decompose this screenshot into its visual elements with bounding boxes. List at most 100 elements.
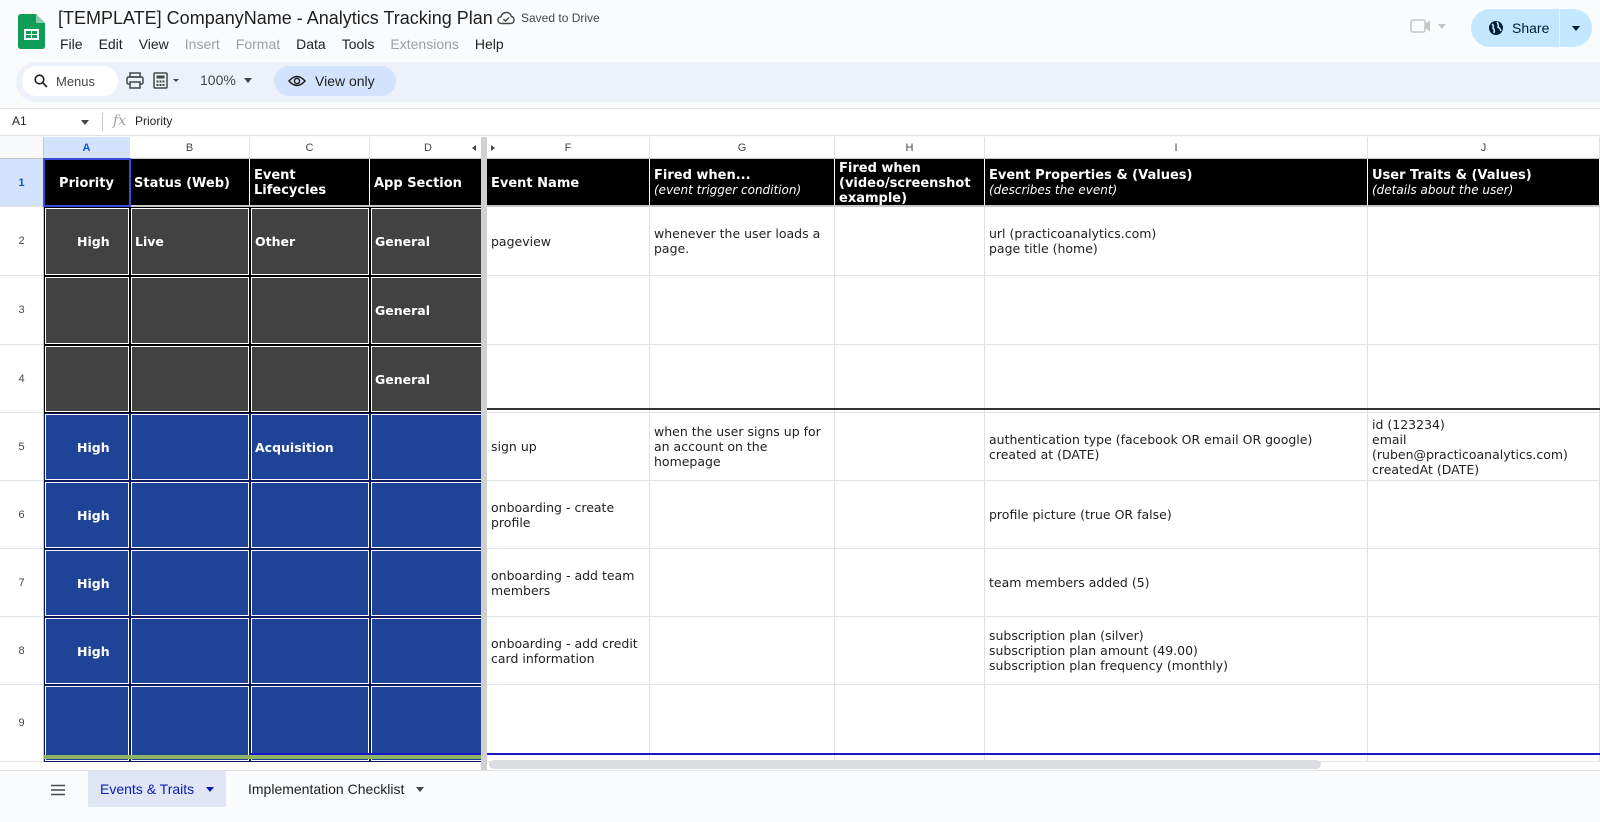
cell-i4[interactable] bbox=[985, 345, 1368, 413]
header-cell-fired-when[interactable]: Fired when... (event trigger condition) bbox=[650, 159, 835, 207]
row-header-5[interactable]: 5 bbox=[0, 413, 44, 481]
chevron-down-icon[interactable] bbox=[206, 786, 215, 792]
cell-j3[interactable] bbox=[1368, 276, 1600, 345]
cell-b5[interactable] bbox=[130, 413, 250, 481]
cell-f8[interactable]: onboarding - add credit card information bbox=[487, 617, 650, 685]
cell-b4[interactable] bbox=[130, 345, 250, 413]
cell-j7[interactable] bbox=[1368, 549, 1600, 617]
header-cell-event-name[interactable]: Event Name bbox=[487, 159, 650, 207]
menu-tools[interactable]: Tools bbox=[334, 34, 383, 54]
column-header-h[interactable]: H bbox=[835, 137, 985, 159]
chevron-down-icon[interactable] bbox=[81, 120, 89, 125]
hidden-column-left-arrow-icon[interactable] bbox=[472, 145, 476, 151]
menu-extensions[interactable]: Extensions bbox=[382, 34, 466, 54]
cell-h9[interactable] bbox=[835, 685, 985, 762]
chevron-down-icon[interactable] bbox=[244, 78, 252, 83]
cell-c4[interactable] bbox=[250, 345, 370, 413]
cell-b8[interactable] bbox=[130, 617, 250, 685]
cell-i3[interactable] bbox=[985, 276, 1368, 345]
cell-a4[interactable] bbox=[44, 345, 130, 413]
search-menus-button[interactable]: Menus bbox=[22, 66, 118, 96]
cell-h8[interactable] bbox=[835, 617, 985, 685]
column-header-f[interactable]: F bbox=[487, 137, 650, 159]
horizontal-scrollbar[interactable] bbox=[487, 759, 1600, 769]
cell-d2[interactable]: General bbox=[370, 207, 487, 276]
cell-g4[interactable] bbox=[650, 345, 835, 413]
formula-input[interactable]: Priority bbox=[135, 114, 172, 128]
cell-g2[interactable]: whenever the user loads a page. bbox=[650, 207, 835, 276]
column-header-j[interactable]: J bbox=[1368, 137, 1600, 159]
document-title[interactable]: [TEMPLATE] CompanyName - Analytics Track… bbox=[58, 8, 493, 29]
cell-c5[interactable]: Acquisition bbox=[250, 413, 370, 481]
cell-i5[interactable]: authentication type (facebook OR email O… bbox=[985, 413, 1368, 481]
row-header-6[interactable]: 6 bbox=[0, 481, 44, 549]
view-only-button[interactable]: View only bbox=[274, 66, 396, 96]
sheet-tab-events-traits[interactable]: Events & Traits bbox=[88, 771, 227, 807]
menu-insert[interactable]: Insert bbox=[177, 34, 228, 54]
cell-f5[interactable]: sign up bbox=[487, 413, 650, 481]
cell-b2[interactable]: Live bbox=[130, 207, 250, 276]
column-header-d[interactable]: D bbox=[370, 137, 487, 159]
cell-f6[interactable]: onboarding - create profile bbox=[487, 481, 650, 549]
cell-f7[interactable]: onboarding - add team members bbox=[487, 549, 650, 617]
cell-j2[interactable] bbox=[1368, 207, 1600, 276]
cell-f9[interactable] bbox=[487, 685, 650, 762]
cell-h4[interactable] bbox=[835, 345, 985, 413]
column-header-b[interactable]: B bbox=[130, 137, 250, 159]
cell-a6[interactable]: High bbox=[44, 481, 130, 549]
cell-d7[interactable] bbox=[370, 549, 487, 617]
header-cell-app-section[interactable]: App Section bbox=[370, 159, 487, 207]
row-header-7[interactable]: 7 bbox=[0, 549, 44, 617]
cell-g5[interactable]: when the user signs up for an account on… bbox=[650, 413, 835, 481]
cell-h3[interactable] bbox=[835, 276, 985, 345]
scrollbar-thumb[interactable] bbox=[489, 760, 1321, 769]
meet-button[interactable] bbox=[1410, 18, 1446, 34]
cell-i7[interactable]: team members added (5) bbox=[985, 549, 1368, 617]
cell-d3[interactable]: General bbox=[370, 276, 487, 345]
header-cell-priority[interactable]: Priority bbox=[44, 159, 130, 207]
cell-f2[interactable]: pageview bbox=[487, 207, 650, 276]
column-header-i[interactable]: I bbox=[985, 137, 1368, 159]
menu-edit[interactable]: Edit bbox=[91, 34, 131, 54]
cell-a9[interactable] bbox=[44, 685, 130, 762]
cell-c2[interactable]: Other bbox=[250, 207, 370, 276]
cell-h2[interactable] bbox=[835, 207, 985, 276]
cell-j8[interactable] bbox=[1368, 617, 1600, 685]
cell-j5[interactable]: id (123234) email (ruben@practicoanalyti… bbox=[1368, 413, 1600, 481]
header-cell-user-traits[interactable]: User Traits & (Values) (details about the… bbox=[1368, 159, 1600, 207]
calculator-icon[interactable] bbox=[153, 72, 183, 89]
cell-i9[interactable] bbox=[985, 685, 1368, 762]
row-header-8[interactable]: 8 bbox=[0, 617, 44, 685]
cell-j6[interactable] bbox=[1368, 481, 1600, 549]
menu-view[interactable]: View bbox=[131, 34, 177, 54]
cell-a8[interactable]: High bbox=[44, 617, 130, 685]
cell-a2[interactable]: High bbox=[44, 207, 130, 276]
sheet-tab-implementation-checklist[interactable]: Implementation Checklist bbox=[236, 771, 436, 807]
sheets-logo-icon[interactable] bbox=[18, 14, 45, 49]
row-header-4[interactable]: 4 bbox=[0, 345, 44, 413]
column-header-a[interactable]: A bbox=[44, 137, 130, 159]
header-cell-status[interactable]: Status (Web) bbox=[130, 159, 250, 207]
column-header-c[interactable]: C bbox=[250, 137, 370, 159]
row-header-1[interactable]: 1 bbox=[0, 159, 44, 207]
cell-i8[interactable]: subscription plan (silver) subscription … bbox=[985, 617, 1368, 685]
name-box[interactable]: A1 bbox=[12, 114, 27, 128]
menu-format[interactable]: Format bbox=[228, 34, 288, 54]
zoom-select[interactable]: 100% bbox=[200, 72, 236, 88]
share-button[interactable]: Share bbox=[1471, 9, 1559, 47]
cell-h6[interactable] bbox=[835, 481, 985, 549]
cell-b7[interactable] bbox=[130, 549, 250, 617]
cell-f4[interactable] bbox=[487, 345, 650, 413]
cell-c8[interactable] bbox=[250, 617, 370, 685]
cell-g7[interactable] bbox=[650, 549, 835, 617]
cell-h5[interactable] bbox=[835, 413, 985, 481]
menu-data[interactable]: Data bbox=[288, 34, 334, 54]
cell-i6[interactable]: profile picture (true OR false) bbox=[985, 481, 1368, 549]
column-header-g[interactable]: G bbox=[650, 137, 835, 159]
cell-d6[interactable] bbox=[370, 481, 487, 549]
header-cell-lifecycle[interactable]: Event Lifecycles bbox=[250, 159, 370, 207]
cell-g9[interactable] bbox=[650, 685, 835, 762]
hidden-column-right-arrow-icon[interactable] bbox=[491, 145, 495, 151]
cell-j9[interactable] bbox=[1368, 685, 1600, 762]
cell-a5[interactable]: High bbox=[44, 413, 130, 481]
